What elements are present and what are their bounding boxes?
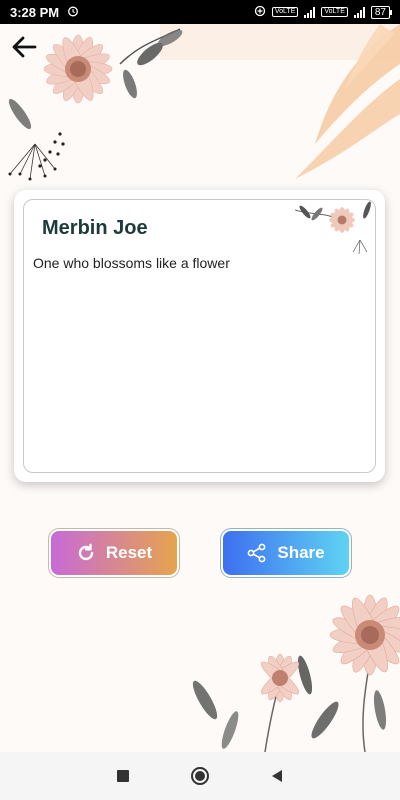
bottom-right-flower-decoration [192,594,400,752]
home-button[interactable] [188,764,212,788]
name-card: Merbin Joe One who blossoms like a flowe… [14,190,385,482]
share-label: Share [277,543,325,562]
person-name: Merbin Joe [42,217,148,239]
status-bar: 3:28 PM VoLTE VoLTE 87 [0,0,400,24]
nav-back-button[interactable] [265,764,289,788]
arrow-left-icon [12,36,37,58]
signal-icon-2 [353,6,365,18]
signal-icon-1 [304,6,316,18]
share-button[interactable]: Share [223,531,349,575]
reset-button[interactable]: Reset [51,531,177,575]
volte-badge-2: VoLTE [321,7,348,17]
status-time: 3:28 PM [10,4,60,20]
name-meaning: One who blossoms like a flower [33,255,230,271]
refresh-icon [76,543,96,563]
card-flower-decoration [295,201,371,255]
share-icon [247,543,267,563]
triangle-back-icon [271,770,282,782]
volte-badge-1: VoLTE [271,7,299,17]
circle-icon [190,767,209,785]
reset-label: Reset [105,543,153,562]
name-card-inner: Merbin Joe One who blossoms like a flowe… [23,199,376,473]
recents-button[interactable] [111,764,135,788]
system-navigation-bar [0,752,400,800]
square-icon [117,770,130,782]
battery-icon: 87 [370,5,393,19]
data-saver-icon [254,5,266,20]
back-button[interactable] [8,32,40,62]
alarm-icon [67,5,79,20]
top-decor-band [160,24,400,60]
